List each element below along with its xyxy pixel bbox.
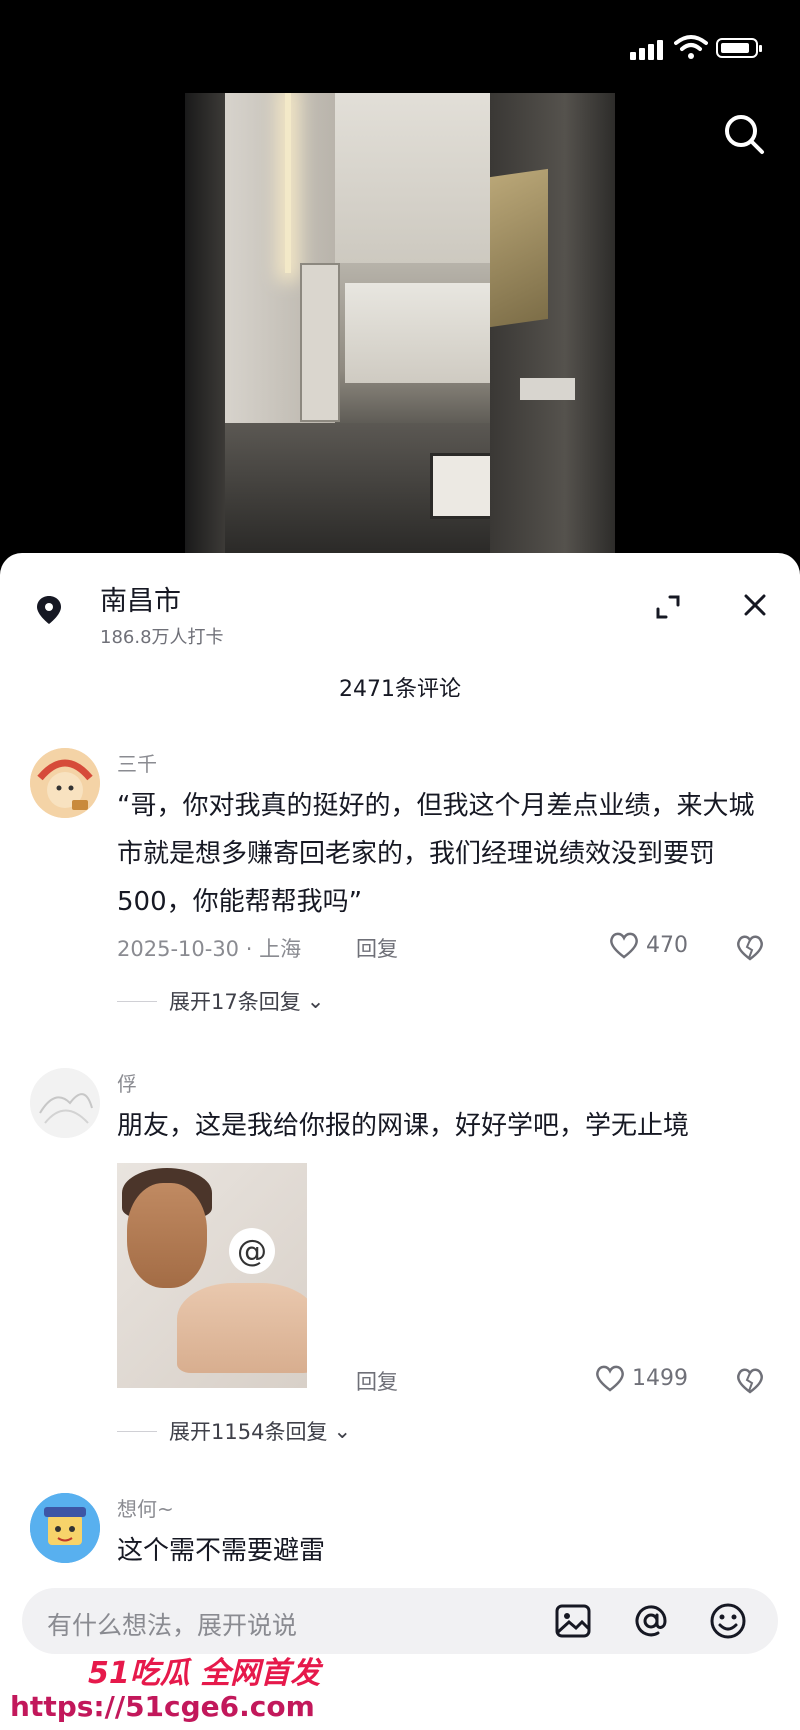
video-light-strip xyxy=(285,93,291,273)
emoji-icon[interactable] xyxy=(709,1602,747,1640)
like-count: 470 xyxy=(646,932,688,958)
expand-icon[interactable] xyxy=(650,589,686,625)
heart-icon xyxy=(596,1365,624,1392)
video-door-frame xyxy=(185,93,225,555)
avatar[interactable] xyxy=(30,1493,100,1563)
watermark-brand: 51吃瓜 全网首发 xyxy=(88,1656,321,1691)
image-hand xyxy=(177,1283,307,1373)
comment-username[interactable]: 三千 xyxy=(117,748,157,777)
video-artwork xyxy=(490,168,548,328)
broken-heart-icon[interactable] xyxy=(735,1366,765,1396)
signal-icon xyxy=(630,38,666,60)
video-frame[interactable] xyxy=(185,93,615,555)
comment-text: 这个需不需要避雷 xyxy=(117,1536,326,1566)
video-window xyxy=(345,283,495,383)
comment-username[interactable]: 想何~ xyxy=(117,1493,174,1522)
expand-replies-button[interactable]: 展开1154条回复 ⌄ xyxy=(117,1416,351,1446)
avatar[interactable] xyxy=(30,748,100,818)
comment-item: 俘 朋友，这是我给你报的网课，好好学吧，学无止境 @ 回复 1499 展开115… xyxy=(0,1068,800,1518)
expand-replies-label: 展开17条回复 xyxy=(169,990,301,1014)
video-bed xyxy=(430,453,496,519)
location-checkins: 186.8万人打卡 xyxy=(100,627,224,648)
comment-meta: 2025-10-30 · 上海 xyxy=(117,937,302,961)
avatar[interactable] xyxy=(30,1068,100,1138)
reply-button[interactable]: 回复 xyxy=(356,1366,398,1396)
location-pin-icon xyxy=(37,596,61,624)
watermark: 51吃瓜 全网首发 https://51cge6.com xyxy=(0,1648,330,1730)
at-symbol-icon: @ xyxy=(229,1228,275,1274)
wifi-icon xyxy=(674,35,708,59)
chevron-down-icon: ⌄ xyxy=(306,989,325,1013)
comment-text: “哥，你对我真的挺好的，但我这个月差点业绩，来大城市就是想多赚寄回老家的，我们经… xyxy=(117,791,755,917)
heart-icon xyxy=(610,932,638,959)
comment-text: 朋友，这是我给你报的网课，好好学吧，学无止境 xyxy=(117,1111,690,1141)
search-icon[interactable] xyxy=(720,110,768,158)
chevron-down-icon: ⌄ xyxy=(333,1419,352,1443)
like-count: 1499 xyxy=(632,1365,688,1391)
comment-image[interactable]: @ xyxy=(117,1163,307,1388)
battery-icon xyxy=(716,38,762,58)
image-icon[interactable] xyxy=(554,1602,592,1640)
video-wall-frame xyxy=(300,263,340,422)
comment-sheet: 南昌市 186.8万人打卡 2471条评论 三千 “哥，你对我真的挺好的，但我这… xyxy=(0,553,800,1730)
expand-replies-label: 展开1154条回复 xyxy=(169,1420,328,1444)
comments-count: 2471条评论 xyxy=(339,677,461,702)
divider-line xyxy=(117,1430,157,1432)
broken-heart-icon[interactable] xyxy=(735,933,765,963)
image-face xyxy=(127,1183,207,1288)
reply-button[interactable]: 回复 xyxy=(356,933,398,963)
like-button[interactable]: 1499 xyxy=(594,1363,688,1393)
comment-input[interactable]: 有什么想法，展开说说 xyxy=(47,1606,297,1642)
divider-line xyxy=(117,1000,157,1002)
location-name[interactable]: 南昌市 xyxy=(100,579,181,618)
like-button[interactable]: 470 xyxy=(608,930,688,960)
expand-replies-button[interactable]: 展开17条回复 ⌄ xyxy=(117,986,324,1016)
at-icon[interactable] xyxy=(632,1602,670,1640)
comment-item: 三千 “哥，你对我真的挺好的，但我这个月差点业绩，来大城市就是想多赚寄回老家的，… xyxy=(0,748,800,1014)
comment-username[interactable]: 俘 xyxy=(117,1068,137,1097)
status-bar xyxy=(0,0,800,90)
video-light-switch xyxy=(520,378,575,400)
comment-input-bar[interactable]: 有什么想法，展开说说 xyxy=(22,1588,778,1654)
close-icon[interactable] xyxy=(735,585,775,625)
watermark-url: https://51cge6.com xyxy=(10,1690,315,1723)
